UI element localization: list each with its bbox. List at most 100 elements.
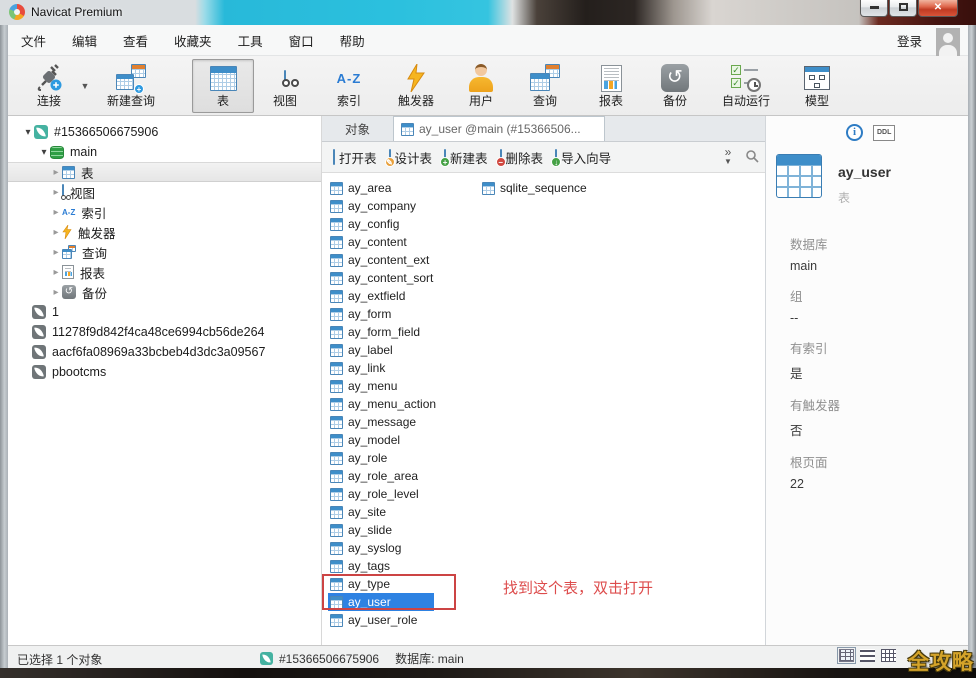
views-button[interactable]: 视图	[254, 59, 316, 113]
detail-view-button[interactable]	[881, 649, 896, 662]
table-row[interactable]: ay_menu_action	[328, 395, 478, 413]
connection-button[interactable]: 连接	[20, 59, 78, 113]
automation-label: 自动运行	[722, 92, 770, 109]
automation-button[interactable]: ✓ ✓ 自动运行	[706, 59, 786, 113]
expand-arrow-icon[interactable]: ▾	[22, 127, 34, 138]
table-icon	[330, 452, 343, 465]
sqlite-leaf-icon	[32, 305, 46, 319]
user-avatar[interactable]	[936, 28, 960, 58]
tree-connection-11278[interactable]: 11278f9d842f4ca48ce6994cb56de264	[8, 322, 321, 342]
table-row[interactable]: ay_message	[328, 413, 478, 431]
model-button[interactable]: 模型	[786, 59, 848, 113]
menu-edit[interactable]: 编辑	[59, 26, 110, 55]
maximize-button[interactable]	[889, 0, 917, 17]
design-table-button[interactable]: ✎ 设计表	[383, 144, 439, 170]
table-row[interactable]: ay_model	[328, 431, 478, 449]
query-button[interactable]: 查询	[512, 59, 578, 113]
tables-button[interactable]: 表	[192, 59, 254, 113]
menu-file[interactable]: 文件	[8, 26, 59, 55]
table-row[interactable]: ay_form_field	[328, 323, 478, 341]
table-row[interactable]: ay_role_level	[328, 485, 478, 503]
tree-triggers[interactable]: ▸ 触发器	[8, 222, 321, 242]
collapse-arrow-icon[interactable]: ▸	[50, 267, 62, 278]
search-button[interactable]	[739, 149, 765, 166]
info-field-has-trigger: 有触发器 否	[790, 395, 840, 439]
expand-arrow-icon[interactable]: ▾	[38, 147, 50, 158]
ddl-icon[interactable]: DDL	[873, 125, 895, 141]
tree-connection-1[interactable]: 1	[8, 302, 321, 322]
window-border-bottom	[0, 668, 976, 678]
delete-table-button[interactable]: − 删除表	[494, 144, 550, 170]
table-icon	[330, 416, 343, 429]
table-row[interactable]: ay_syslog	[328, 539, 478, 557]
tab-ay-user[interactable]: ay_user @main (#15366506...	[393, 116, 605, 141]
collapse-arrow-icon[interactable]: ▸	[50, 287, 62, 298]
table-row[interactable]: ay_area	[328, 179, 478, 197]
table-row[interactable]: ay_role_area	[328, 467, 478, 485]
table-icon	[330, 200, 343, 213]
report-button[interactable]: 报表	[578, 59, 644, 113]
table-row[interactable]: ay_extfield	[328, 287, 478, 305]
open-table-button[interactable]: 打开表	[327, 144, 383, 170]
tree-connection-aacf6[interactable]: aacf6fa08969a33bcbeb4d3dc3a09567	[8, 342, 321, 362]
toolbar-overflow-button[interactable]: » ▼	[717, 147, 739, 167]
table-icon	[401, 123, 414, 136]
tree-backups[interactable]: ▸ ↺ 备份	[8, 282, 321, 302]
tab-objects[interactable]: 对象	[322, 116, 393, 141]
backup-button[interactable]: ↺ 备份	[644, 59, 706, 113]
users-button[interactable]: 用户	[450, 59, 512, 113]
table-row[interactable]: ay_label	[328, 341, 478, 359]
tree-reports[interactable]: ▸ 报表	[8, 262, 321, 282]
menu-window[interactable]: 窗口	[276, 26, 327, 55]
minimize-button[interactable]	[860, 0, 888, 17]
tree-views[interactable]: ▸ 视图	[8, 182, 321, 202]
menu-tools[interactable]: 工具	[225, 26, 276, 55]
close-button[interactable]: ✕	[918, 0, 958, 17]
table-row[interactable]: ay_content_ext	[328, 251, 478, 269]
table-row[interactable]: ay_user_role	[328, 611, 478, 629]
table-row[interactable]: ay_content	[328, 233, 478, 251]
tree-connection-15366506675906[interactable]: ▾ #15366506675906	[8, 122, 321, 142]
collapse-arrow-icon[interactable]: ▸	[50, 247, 62, 258]
collapse-arrow-icon[interactable]: ▸	[50, 207, 62, 218]
import-wizard-button[interactable]: ↓ 导入向导	[549, 144, 617, 170]
table-row[interactable]: ay_link	[328, 359, 478, 377]
table-row[interactable]: ay_slide	[328, 521, 478, 539]
tree-queries[interactable]: ▸ 查询	[8, 242, 321, 262]
tree-database-main[interactable]: ▾ main	[8, 142, 321, 162]
table-icon	[330, 614, 343, 627]
menu-help[interactable]: 帮助	[327, 26, 378, 55]
tree-connection-pbootcms[interactable]: pbootcms	[8, 362, 321, 382]
table-icon	[330, 344, 343, 357]
table-icon	[330, 308, 343, 321]
menu-favorites[interactable]: 收藏夹	[161, 26, 225, 55]
table-icon	[482, 182, 495, 195]
tree-tables[interactable]: ▸ 表	[8, 162, 321, 182]
table-row[interactable]: ay_tags	[328, 557, 478, 575]
list-view-button[interactable]	[860, 649, 875, 662]
info-field-has-index: 有索引 是	[790, 338, 840, 382]
collapse-arrow-icon[interactable]: ▸	[50, 167, 62, 178]
indexes-button[interactable]: A-Z 索引	[316, 59, 382, 113]
table-icon	[330, 326, 343, 339]
triggers-button[interactable]: 触发器	[382, 59, 450, 113]
menu-view[interactable]: 查看	[110, 26, 161, 55]
table-row[interactable]: ay_site	[328, 503, 478, 521]
table-row[interactable]: sqlite_sequence	[480, 179, 630, 197]
table-row[interactable]: ay_config	[328, 215, 478, 233]
table-row[interactable]: ay_menu	[328, 377, 478, 395]
new-table-button[interactable]: + 新建表	[438, 144, 494, 170]
table-row[interactable]: ay_form	[328, 305, 478, 323]
person-icon	[466, 64, 496, 92]
tree-indexes[interactable]: ▸ A-Z 索引	[8, 202, 321, 222]
table-row[interactable]: ay_role	[328, 449, 478, 467]
connection-dropdown-caret[interactable]: ▼	[78, 59, 92, 113]
info-icon[interactable]: i	[846, 124, 863, 141]
grid-view-button[interactable]	[839, 649, 854, 662]
window-border-right	[968, 25, 976, 668]
table-row[interactable]: ay_company	[328, 197, 478, 215]
collapse-arrow-icon[interactable]: ▸	[50, 227, 62, 238]
table-row[interactable]: ay_content_sort	[328, 269, 478, 287]
new-query-button[interactable]: + 新建查询	[92, 59, 170, 113]
login-button[interactable]: 登录	[897, 31, 922, 50]
